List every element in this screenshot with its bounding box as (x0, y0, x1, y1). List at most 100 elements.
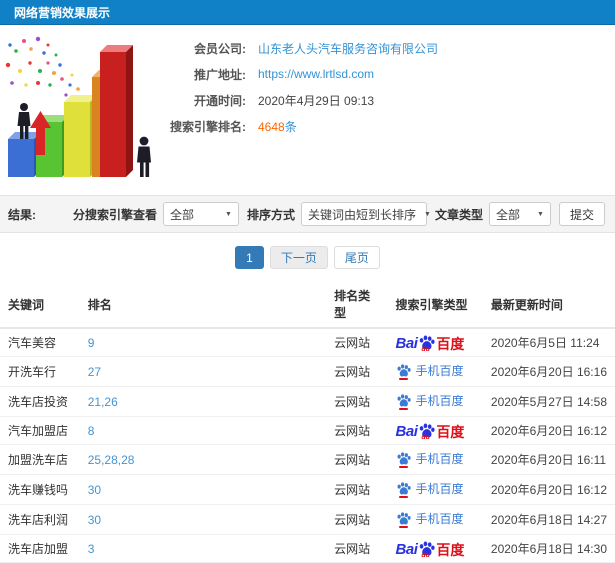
table-row: 汽车美容 9 云网站 Bai du 百度 2020年6月5日 11:24 (0, 328, 615, 357)
chevron-down-icon: ▼ (537, 210, 544, 218)
sort-select[interactable]: 关键词由短到长排序 ▼ (300, 202, 431, 226)
last-page-button[interactable]: 尾页 (333, 246, 380, 269)
ranking-count-value: 4648条 (258, 118, 297, 135)
article-type-select[interactable]: 全部 ▼ (488, 202, 551, 226)
rank-type-cell: 云网站 (326, 328, 388, 357)
keyword-cell: 洗车赚钱吗 (0, 474, 80, 505)
chevron-down-icon: ▼ (225, 210, 232, 218)
info-section: 会员公司: 山东老人头汽车服务咨询有限公司 推广地址: https://www.… (0, 25, 615, 195)
rank-type-cell: 云网站 (326, 474, 388, 505)
bars (8, 45, 133, 177)
bar-chart-illustration (5, 36, 151, 177)
article-type-value: 全部 (495, 207, 520, 222)
baidu-mobile-logo: 手机百度 (396, 480, 464, 498)
baidu-pc-logo: Bai du 百度 (395, 423, 465, 441)
promo-url-label: 推广地址: (194, 67, 246, 82)
promo-url-link[interactable]: https://www.lrtlsd.com (258, 67, 374, 81)
page-title: 网络营销效果展示 (14, 5, 111, 20)
table-header-row: 关键词 排名 排名类型 搜索引擎类型 最新更新时间 (0, 281, 615, 329)
company-value-link[interactable]: 山东老人头汽车服务咨询有限公司 (258, 40, 438, 57)
update-time-cell: 2020年6月18日 14:30 (482, 534, 615, 563)
table-row: 洗车赚钱吗 30 云网站 手机百度 2020年6月20日 16:12 (0, 474, 615, 505)
rank-cell: 30 (79, 474, 327, 505)
keyword-cell: 洗车店投资 (0, 386, 80, 417)
chevron-down-icon: ▼ (423, 210, 431, 218)
rank-type-cell: 云网站 (326, 356, 388, 387)
open-time-label: 开通时间: (194, 93, 246, 108)
member-info: 会员公司: 山东老人头汽车服务咨询有限公司 推广地址: https://www.… (158, 35, 438, 139)
engine-cell: 手机百度 (387, 386, 483, 417)
table-row: 洗车店加盟 3 云网站 Bai du 百度 2020年6月18日 14:30 (0, 534, 615, 563)
rank-type-cell: 云网站 (326, 386, 388, 417)
page-1-button[interactable]: 1 (235, 246, 264, 269)
confetti-dots (5, 36, 86, 99)
result-label: 结果: (8, 207, 36, 222)
engine-cell: 手机百度 (387, 356, 483, 387)
open-time-value: 2020年4月29日 09:13 (258, 93, 375, 108)
baidu-pc-logo: Bai du 百度 (395, 541, 465, 559)
rank-cell: 3 (79, 534, 327, 563)
keyword-cell: 汽车美容 (0, 328, 80, 357)
keyword-cell: 开洗车行 (0, 356, 80, 387)
rank-type-cell: 云网站 (326, 444, 388, 475)
keyword-cell: 汽车加盟店 (0, 416, 80, 445)
table-row: 加盟洗车店 25,28,28 云网站 手机百度 2020年6月20日 16:11 (0, 444, 615, 475)
baidu-pc-logo: Bai du 百度 (395, 335, 465, 353)
col-engine-type: 搜索引擎类型 (387, 281, 483, 329)
info-row-open-time: 开通时间: 2020年4月29日 09:13 (158, 87, 438, 113)
rank-cell: 25,28,28 (79, 444, 327, 475)
engine-cell: Bai du 百度 (387, 534, 483, 563)
sort-label: 排序方式 (246, 207, 295, 222)
sort-value: 关键词由短到长排序 (307, 207, 416, 222)
table-body: 汽车美容 9 云网站 Bai du 百度 2020年6月5日 11:24 开洗车行 27 云网站手… (0, 328, 615, 563)
engine-cell: 手机百度 (387, 474, 483, 505)
baidu-paw-icon (397, 364, 411, 377)
col-rank-type: 排名类型 (326, 281, 388, 329)
results-table: 关键词 排名 排名类型 搜索引擎类型 最新更新时间 汽车美容 9 云网站 Bai du 百… (0, 281, 615, 563)
engine-cell: Bai du 百度 (387, 328, 483, 357)
engine-filter-label: 分搜索引擎查看 (72, 207, 157, 222)
baidu-mobile-logo: 手机百度 (396, 362, 464, 380)
update-time-cell: 2020年6月20日 16:16 (482, 356, 615, 387)
update-time-cell: 2020年6月5日 11:24 (482, 328, 615, 357)
update-time-cell: 2020年6月20日 16:12 (482, 474, 615, 505)
baidu-paw-icon (397, 394, 411, 407)
table-row: 洗车店投资 21,26 云网站 手机百度 2020年5月27日 14:58 (0, 386, 615, 417)
col-rank: 排名 (79, 281, 327, 329)
filter-bar: 结果: 分搜索引擎查看 全部 ▼ 排序方式 关键词由短到长排序 ▼ 文章类型 全… (0, 195, 615, 233)
keyword-cell: 加盟洗车店 (0, 444, 80, 475)
table-row: 汽车加盟店 8 云网站 Bai du 百度 2020年6月20日 16:12 (0, 416, 615, 445)
baidu-paw-icon (397, 512, 411, 525)
next-page-button[interactable]: 下一页 (269, 246, 328, 269)
update-time-cell: 2020年6月20日 16:11 (482, 444, 615, 475)
info-row-url: 推广地址: https://www.lrtlsd.com (158, 61, 438, 87)
table-row: 开洗车行 27 云网站 手机百度 2020年6月20日 16:16 (0, 356, 615, 387)
rank-cell: 9 (79, 328, 327, 357)
ranking-count-label: 搜索引擎排名: (170, 119, 246, 134)
submit-button[interactable]: 提交 (558, 202, 605, 226)
baidu-paw-icon (397, 452, 411, 465)
update-time-cell: 2020年6月20日 16:12 (482, 416, 615, 445)
titlebar: 网络营销效果展示 (0, 0, 615, 25)
figure-right (137, 136, 151, 177)
info-row-company: 会员公司: 山东老人头汽车服务咨询有限公司 (158, 35, 438, 61)
engine-cell: Bai du 百度 (387, 416, 483, 445)
update-time-cell: 2020年5月27日 14:58 (482, 386, 615, 417)
baidu-paw-icon (397, 482, 411, 495)
engine-filter-value: 全部 (169, 207, 194, 222)
article-type-label: 文章类型 (434, 207, 483, 222)
info-row-ranking-count: 搜索引擎排名: 4648条 (158, 113, 438, 139)
ranking-count-suffix: 条 (284, 119, 297, 134)
rank-type-cell: 云网站 (326, 416, 388, 445)
ranking-count-number: 4648 (258, 119, 285, 134)
col-keyword: 关键词 (0, 281, 80, 329)
rank-cell: 21,26 (79, 386, 327, 417)
keyword-cell: 洗车店加盟 (0, 534, 80, 563)
rank-type-cell: 云网站 (326, 534, 388, 563)
col-update-time: 最新更新时间 (482, 281, 615, 329)
engine-cell: 手机百度 (387, 444, 483, 475)
pagination: 1 下一页 尾页 (0, 246, 615, 269)
rank-cell: 8 (79, 416, 327, 445)
company-label: 会员公司: (194, 41, 246, 56)
engine-filter-select[interactable]: 全部 ▼ (162, 202, 239, 226)
